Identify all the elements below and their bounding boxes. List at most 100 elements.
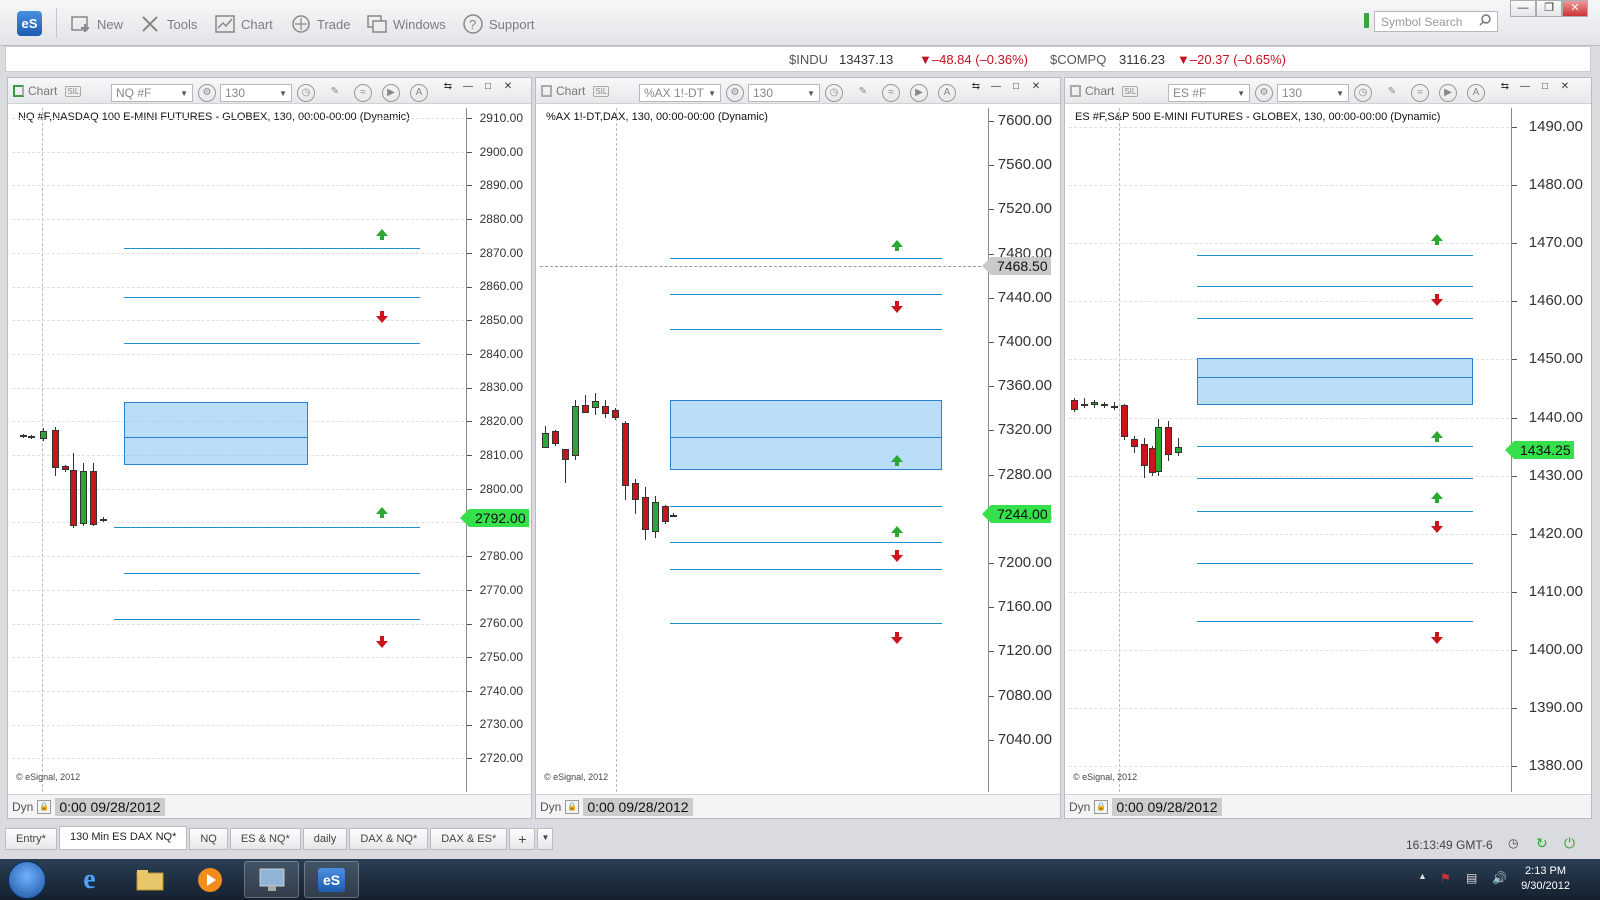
- level-line[interactable]: [670, 329, 942, 330]
- draw-pencil-icon[interactable]: ✎: [1383, 84, 1401, 102]
- chart-plot-area[interactable]: ES #F,S&P 500 E-MINI FUTURES - GLOBEX, 1…: [1069, 108, 1509, 792]
- panel-maximize-button[interactable]: □: [1537, 80, 1553, 94]
- level-line[interactable]: [1197, 255, 1473, 256]
- support-button[interactable]: ? Support: [462, 12, 535, 36]
- minimize-button[interactable]: —: [1510, 0, 1536, 17]
- panel-close-button[interactable]: ✕: [1028, 80, 1044, 94]
- panel-link-icon[interactable]: ⇆: [440, 80, 456, 94]
- level-line[interactable]: [1197, 286, 1473, 287]
- draw-pencil-icon[interactable]: ✎: [854, 84, 872, 102]
- level-line[interactable]: [1197, 621, 1473, 622]
- level-line[interactable]: [670, 623, 942, 624]
- esignal-app-icon[interactable]: eS: [304, 861, 359, 898]
- level-line[interactable]: [670, 542, 942, 543]
- network-icon[interactable]: ▤: [1466, 871, 1477, 885]
- play-icon[interactable]: ▶: [910, 84, 928, 102]
- new-button[interactable]: New: [70, 12, 123, 36]
- dynamic-mode-label[interactable]: Dyn: [12, 800, 33, 814]
- alert-icon[interactable]: A: [1467, 84, 1485, 102]
- dynamic-mode-label[interactable]: Dyn: [540, 800, 561, 814]
- app-logo[interactable]: eS: [17, 11, 42, 36]
- link-icon[interactable]: SIL: [1122, 85, 1139, 97]
- ticker-symbol[interactable]: $COMPQ: [1050, 52, 1106, 67]
- trade-button[interactable]: Trade: [290, 12, 350, 36]
- alert-icon[interactable]: A: [410, 84, 428, 102]
- connection-status-icon[interactable]: ⏻: [1564, 835, 1575, 852]
- ticker-symbol[interactable]: $INDU: [789, 52, 828, 67]
- tab-130-min-es-dax-nq[interactable]: 130 Min ES DAX NQ*: [58, 826, 188, 850]
- interval-combo[interactable]: 130 ▼: [748, 84, 820, 102]
- level-line[interactable]: [124, 343, 420, 344]
- chart-plot-area[interactable]: NQ #F,NASDAQ 100 E-MINI FUTURES - GLOBEX…: [12, 108, 464, 792]
- tab-es-nq[interactable]: ES & NQ*: [229, 828, 301, 850]
- level-line[interactable]: [124, 248, 420, 249]
- interval-settings-icon[interactable]: ⚙: [726, 84, 744, 102]
- lock-icon[interactable]: 🔒: [37, 799, 52, 814]
- level-line[interactable]: [1197, 318, 1473, 319]
- panel-minimize-button[interactable]: —: [988, 80, 1004, 94]
- chart-button[interactable]: Chart: [214, 12, 273, 36]
- studies-icon[interactable]: ≈: [1411, 84, 1429, 102]
- lock-icon[interactable]: 🔒: [1094, 799, 1109, 814]
- start-button[interactable]: [8, 861, 46, 899]
- folder-icon[interactable]: [122, 861, 177, 898]
- level-line[interactable]: [124, 573, 420, 574]
- level-line[interactable]: [114, 619, 420, 620]
- panel-link-icon[interactable]: ⇆: [1497, 80, 1513, 94]
- interval-combo[interactable]: 130 ▼: [220, 84, 292, 102]
- symbol-combo[interactable]: ES #F ▼: [1168, 84, 1250, 102]
- panel-maximize-button[interactable]: □: [480, 80, 496, 94]
- taskbar-clock[interactable]: 2:13 PM 9/30/2012: [1521, 864, 1570, 894]
- level-line[interactable]: [114, 527, 420, 528]
- level-line[interactable]: [1197, 563, 1473, 564]
- play-icon[interactable]: ▶: [382, 84, 400, 102]
- remote-desktop-icon[interactable]: [244, 861, 299, 898]
- panel-minimize-button[interactable]: —: [1517, 80, 1533, 94]
- symbol-combo[interactable]: NQ #F ▼: [111, 84, 193, 102]
- dynamic-mode-label[interactable]: Dyn: [1069, 800, 1090, 814]
- panel-close-button[interactable]: ✕: [1557, 80, 1573, 94]
- interval-settings-icon[interactable]: ⚙: [1255, 84, 1273, 102]
- level-line[interactable]: [124, 297, 420, 298]
- tools-button[interactable]: Tools: [140, 12, 197, 36]
- lock-icon[interactable]: 🔒: [565, 799, 580, 814]
- link-icon[interactable]: SIL: [65, 85, 82, 97]
- action-center-flag-icon[interactable]: ⚑: [1440, 871, 1451, 885]
- interval-settings-icon[interactable]: ⚙: [198, 84, 216, 102]
- alert-icon[interactable]: A: [938, 84, 956, 102]
- symbol-search-input[interactable]: Symbol Search: [1374, 11, 1498, 32]
- interval-combo[interactable]: 130 ▼: [1277, 84, 1349, 102]
- windows-button[interactable]: Windows: [366, 12, 446, 36]
- media-player-icon[interactable]: [182, 861, 237, 898]
- tab-entry[interactable]: Entry*: [5, 828, 57, 850]
- internet-explorer-icon[interactable]: e: [62, 861, 117, 898]
- level-line[interactable]: [1197, 446, 1473, 447]
- volume-icon[interactable]: 🔊: [1492, 871, 1507, 885]
- tab-menu-chevron-icon[interactable]: ▼: [537, 828, 554, 850]
- tab-dax-nq[interactable]: DAX & NQ*: [349, 828, 429, 850]
- chart-plot-area[interactable]: %AX 1!-DT,DAX, 130, 00:00-00:00 (Dynamic…: [540, 108, 986, 792]
- link-icon[interactable]: SIL: [593, 85, 610, 97]
- level-line[interactable]: [1197, 511, 1473, 512]
- panel-close-button[interactable]: ✕: [500, 80, 516, 94]
- price-axis[interactable]: 7600.00 7560.00 7520.00 7480.00 7440.00 7400.…: [982, 108, 1060, 792]
- studies-icon[interactable]: ≈: [882, 84, 900, 102]
- panel-maximize-button[interactable]: □: [1008, 80, 1024, 94]
- tab-daily[interactable]: daily: [302, 828, 348, 850]
- zone-box[interactable]: [124, 402, 308, 465]
- zone-box[interactable]: [1197, 358, 1473, 405]
- level-line[interactable]: [670, 569, 942, 570]
- panel-minimize-button[interactable]: —: [460, 80, 476, 94]
- restore-button[interactable]: ❐: [1536, 0, 1562, 17]
- level-line[interactable]: [670, 506, 942, 507]
- clock-icon[interactable]: ◷: [297, 84, 315, 102]
- level-line[interactable]: [670, 294, 942, 295]
- tray-expand-icon[interactable]: ▲: [1418, 871, 1427, 881]
- status-clock-icon[interactable]: ◷: [1508, 836, 1518, 850]
- tab-dax-es[interactable]: DAX & ES*: [430, 828, 508, 850]
- level-line[interactable]: [1197, 478, 1473, 479]
- level-line[interactable]: [670, 258, 942, 259]
- play-icon[interactable]: ▶: [1439, 84, 1457, 102]
- price-axis[interactable]: 2910.00 2900.00 2890.00 2880.00 2870.00 2860.…: [460, 108, 531, 792]
- draw-pencil-icon[interactable]: ✎: [326, 84, 344, 102]
